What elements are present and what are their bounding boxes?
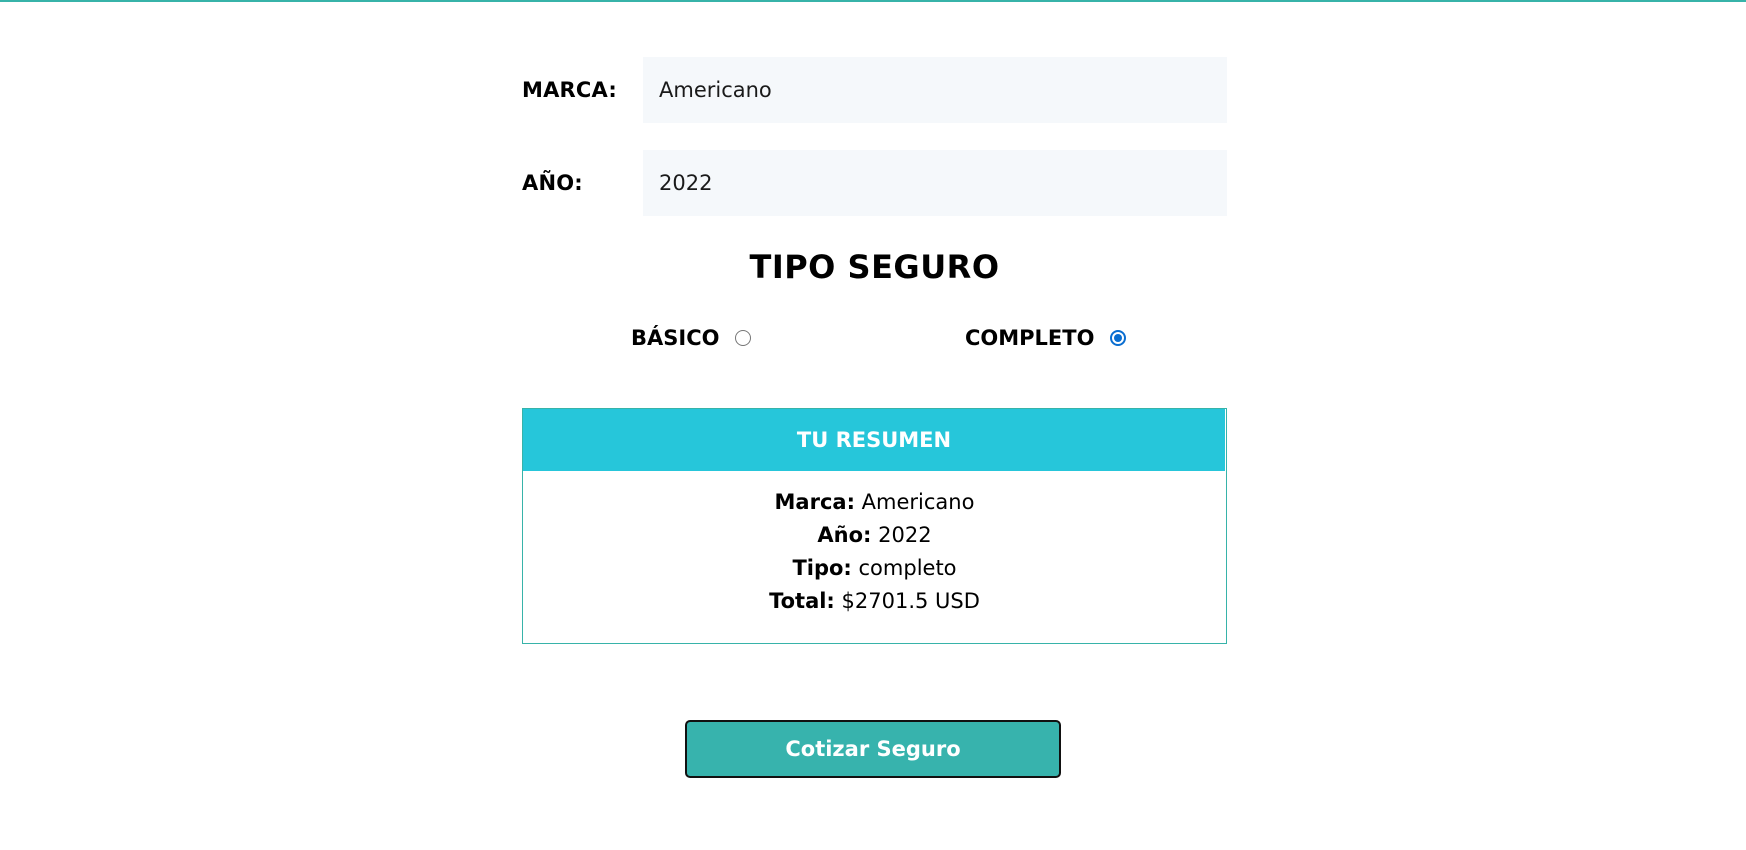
summary-value: $2701.5 USD (841, 589, 980, 613)
summary-row-anio: Año: 2022 (523, 519, 1226, 552)
radio-completo[interactable] (1110, 330, 1127, 346)
radio-label-basico: BÁSICO (631, 326, 720, 350)
radio-option-basico[interactable]: BÁSICO (631, 322, 752, 354)
summary-row-total: Total: $2701.5 USD (523, 585, 1226, 618)
radio-label-completo: COMPLETO (965, 326, 1095, 350)
summary-body: Marca: Americano Año: 2022 Tipo: complet… (523, 471, 1226, 618)
summary-value: 2022 (878, 523, 932, 547)
summary-header: TU RESUMEN (523, 409, 1225, 471)
tipo-seguro-title: TIPO SEGURO (749, 248, 1000, 286)
summary-value: Americano (861, 490, 975, 514)
marca-row: MARCA: Americano (522, 57, 1227, 123)
summary-key: Tipo: (792, 556, 852, 580)
summary-key: Año: (817, 523, 872, 547)
anio-value: 2022 (659, 171, 713, 195)
cotizar-seguro-button[interactable]: Cotizar Seguro (685, 720, 1061, 778)
anio-select[interactable]: 2022 (643, 150, 1227, 216)
summary-key: Total: (769, 589, 835, 613)
marca-select[interactable]: Americano (643, 57, 1227, 123)
summary-row-tipo: Tipo: completo (523, 552, 1226, 585)
radio-option-completo[interactable]: COMPLETO (965, 322, 1127, 354)
anio-row: AÑO: 2022 (522, 150, 1227, 216)
marca-value: Americano (659, 78, 772, 102)
radio-basico[interactable] (735, 330, 752, 346)
anio-label: AÑO: (522, 171, 583, 195)
summary-key: Marca: (774, 490, 855, 514)
summary-value: completo (858, 556, 957, 580)
top-border (0, 0, 1746, 2)
summary-card: TU RESUMEN Marca: Americano Año: 2022 Ti… (522, 408, 1227, 644)
summary-row-marca: Marca: Americano (523, 486, 1226, 519)
marca-label: MARCA: (522, 78, 617, 102)
